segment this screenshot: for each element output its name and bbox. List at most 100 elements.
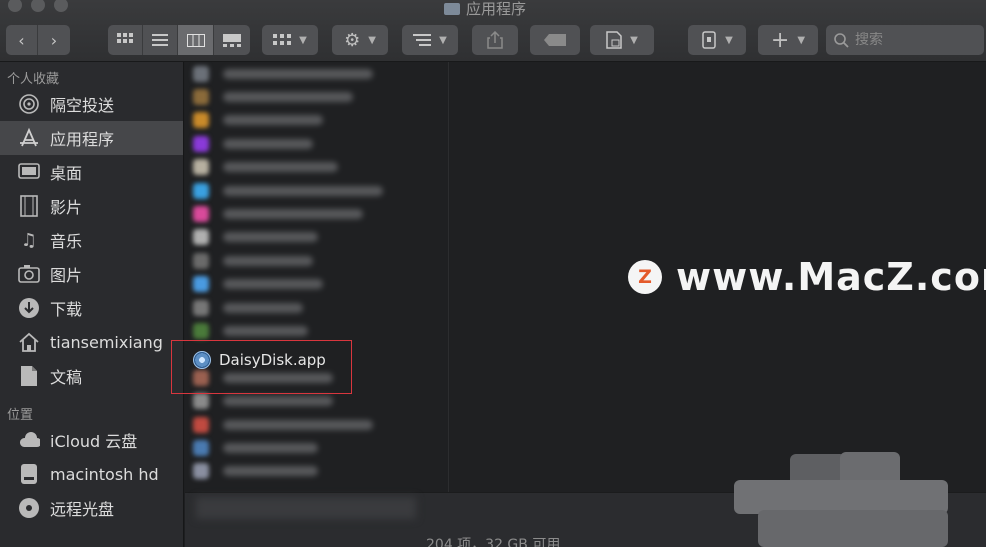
blurred-file-name [223, 466, 318, 477]
sidebar-item-label: 音乐 [50, 232, 83, 251]
minimize-window-button[interactable] [31, 0, 45, 12]
chevron-down-icon: ▼ [725, 34, 733, 46]
sidebar-item-home[interactable]: tiansemixiang [0, 325, 183, 359]
blurred-file-name [223, 419, 373, 430]
app-icon [193, 299, 209, 316]
arrange-button[interactable]: ▼ [402, 25, 458, 55]
documents-icon [18, 365, 40, 387]
sidebar-item-label: 影片 [50, 198, 83, 217]
sidebar-item-icloud[interactable]: iCloud 云盘 [0, 423, 183, 457]
icloud-icon [18, 429, 40, 451]
app-icon [193, 65, 209, 82]
highlight-box [171, 340, 352, 394]
sidebar-item-airdrop[interactable]: 隔空投送 [0, 87, 183, 121]
sidebar-item-music[interactable]: ♫ 音乐 [0, 223, 183, 257]
airdrop-icon [18, 93, 40, 115]
arrange-list-icon [413, 34, 432, 46]
chevron-down-icon: ▼ [797, 34, 806, 46]
search-input[interactable] [855, 32, 975, 48]
blurred-file-row[interactable] [185, 132, 448, 155]
app-icon [193, 206, 209, 223]
chevron-down-icon: ▼ [368, 34, 376, 46]
list-view-button[interactable] [143, 25, 178, 55]
mosaic-block [758, 510, 948, 547]
pdf-action-button[interactable]: ▼ [590, 25, 654, 55]
list-icon [152, 34, 168, 46]
sidebar-item-label: 应用程序 [50, 130, 115, 149]
sidebar-item-downloads[interactable]: 下载 [0, 291, 183, 325]
blurred-file-row[interactable] [185, 436, 448, 459]
gallery-view-button[interactable] [214, 25, 250, 55]
group-by-button[interactable]: ▼ [262, 25, 318, 55]
folder-icon [444, 2, 460, 15]
blurred-path-bar [196, 497, 416, 519]
column-view-button[interactable] [178, 25, 214, 55]
navigation-buttons: ‹ › [6, 25, 70, 55]
chevron-down-icon: ▼ [299, 34, 307, 46]
blurred-file-name [223, 325, 308, 336]
blurred-file-name [223, 396, 333, 407]
toolbar: 应用程序 ‹ › ▼ ⚙ ▼ ▼ ▼ ▼ + ▼ 搜索 [0, 0, 986, 62]
archive-button[interactable]: ▼ [688, 25, 746, 55]
sidebar-item-desktop[interactable]: 桌面 [0, 155, 183, 189]
blurred-file-row[interactable] [185, 413, 448, 436]
blurred-file-row[interactable] [185, 273, 448, 296]
chevron-left-icon: ‹ [18, 30, 25, 50]
plus-icon: + [770, 27, 790, 53]
blurred-file-row[interactable] [185, 179, 448, 202]
app-icon [193, 416, 209, 433]
applications-column [185, 62, 449, 547]
sidebar-item-documents[interactable]: 文稿 [0, 359, 183, 393]
sidebar-item-label: 远程光盘 [50, 500, 115, 519]
blurred-file-row[interactable] [185, 249, 448, 272]
forward-button[interactable]: › [38, 25, 70, 55]
watermark: Z www.MacZ.com [628, 255, 986, 299]
blurred-file-name [223, 209, 363, 220]
blurred-file-name [223, 302, 303, 313]
watermark-text: www.MacZ.com [676, 255, 986, 299]
app-icon [193, 393, 209, 410]
zoom-window-button[interactable] [54, 0, 68, 12]
app-icon [193, 252, 209, 269]
chevron-down-icon: ▼ [630, 34, 638, 46]
blurred-file-name [223, 92, 353, 103]
group-grid-icon [273, 34, 292, 45]
window-title: 应用程序 [444, 0, 526, 19]
blurred-file-row[interactable] [185, 226, 448, 249]
blurred-file-row[interactable] [185, 62, 448, 85]
blurred-file-name [223, 68, 373, 79]
back-button[interactable]: ‹ [6, 25, 38, 55]
share-icon [487, 31, 503, 49]
sidebar-item-applications[interactable]: 应用程序 [0, 121, 183, 155]
blurred-file-row[interactable] [185, 202, 448, 225]
new-item-button[interactable]: + ▼ [758, 25, 818, 55]
app-icon [193, 463, 209, 480]
sidebar-item-remote-disc[interactable]: 远程光盘 [0, 491, 183, 525]
sidebar-item-macintosh-hd[interactable]: macintosh hd [0, 457, 183, 491]
blurred-file-row[interactable] [185, 85, 448, 108]
sidebar-item-label: 图片 [50, 266, 83, 285]
share-button[interactable] [472, 25, 518, 55]
blurred-file-list [185, 62, 448, 483]
blurred-file-name [223, 279, 323, 290]
app-icon [193, 89, 209, 106]
app-icon [193, 112, 209, 129]
icon-view-button[interactable] [108, 25, 143, 55]
action-button[interactable]: ⚙ ▼ [332, 25, 388, 55]
blurred-file-row[interactable] [185, 156, 448, 179]
blurred-file-row[interactable] [185, 460, 448, 483]
columns-icon [186, 33, 205, 47]
app-icon [193, 159, 209, 176]
home-icon [18, 331, 40, 353]
gallery-icon [223, 33, 241, 47]
close-window-button[interactable] [8, 0, 22, 12]
favorites-heading: 个人收藏 [7, 72, 60, 87]
blurred-file-row[interactable] [185, 109, 448, 132]
sidebar-item-pictures[interactable]: 图片 [0, 257, 183, 291]
remote-disc-icon [18, 497, 40, 519]
search-field[interactable] [826, 25, 984, 55]
blurred-file-row[interactable] [185, 296, 448, 319]
sidebar-item-movies[interactable]: 影片 [0, 189, 183, 223]
tags-button[interactable] [530, 25, 580, 55]
sidebar-item-label: 下载 [50, 300, 83, 319]
